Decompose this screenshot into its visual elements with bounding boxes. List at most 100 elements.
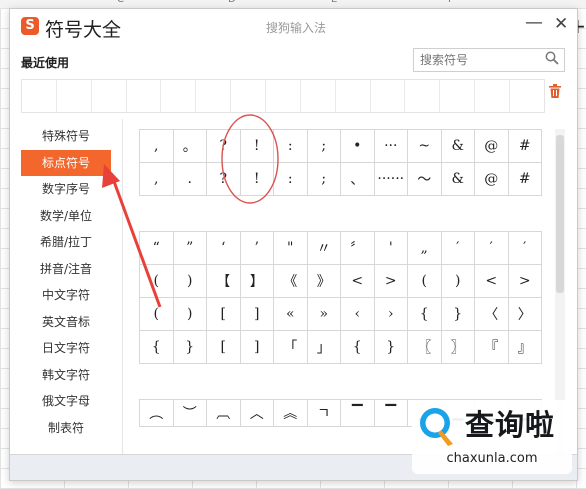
scroll-thumb[interactable] [556,135,564,293]
symbol-cell[interactable]: # [507,162,542,196]
symbol-cell[interactable]: ㄱ [306,399,341,427]
sidebar-item[interactable]: 标点符号 [21,149,111,176]
symbol-cell[interactable]: { [340,330,375,364]
symbol-cell[interactable]: 〞 [340,231,375,265]
symbol-cell[interactable]: > [373,264,408,298]
symbol-cell[interactable]: ] [239,330,274,364]
symbol-cell[interactable]: ! [239,129,274,163]
symbol-cell[interactable]: “ [139,231,174,265]
recent-symbol-slot[interactable] [475,80,511,112]
recent-symbol-slot[interactable] [266,80,301,112]
symbol-cell[interactable]: ′ [507,231,542,265]
sidebar-item[interactable]: 制表符 [21,415,111,442]
sidebar-item[interactable]: 俄文字母 [21,388,111,415]
symbol-cell[interactable]: ' [373,231,408,265]
sidebar-item[interactable]: 中文字符 [21,282,111,309]
symbol-cell[interactable]: ] [239,297,274,331]
search-input[interactable] [414,49,544,71]
symbol-cell[interactable]: } [440,297,475,331]
symbol-cell[interactable]: # [507,129,542,163]
sidebar-item[interactable]: 特殊符号 [21,123,111,150]
symbol-cell[interactable]: 〈 [474,297,509,331]
symbol-cell[interactable]: ? [206,129,241,163]
symbol-cell[interactable]: @ [474,162,509,196]
symbol-cell[interactable]: ) [440,264,475,298]
symbol-cell[interactable]: 【 [206,264,241,298]
symbol-cell[interactable]: 」 [306,330,341,364]
symbol-cell[interactable]: » [306,297,341,331]
symbol-cell[interactable]: [ [206,330,241,364]
recent-symbol-slot[interactable] [57,80,92,112]
trash-icon[interactable] [549,84,561,102]
sidebar-item[interactable]: 拼音/注音 [21,256,111,283]
recent-symbol-slot[interactable] [231,80,267,112]
symbol-cell[interactable]: 『 [474,330,509,364]
symbol-cell[interactable]: : [273,162,308,196]
symbol-cell[interactable]: } [373,330,408,364]
sidebar-item[interactable]: 数学/单位 [21,203,111,230]
symbol-cell[interactable]: ‘ [206,231,241,265]
symbol-cell[interactable]: } [172,330,207,364]
symbol-cell[interactable]: . [172,162,207,196]
symbol-cell[interactable]: ······ [373,162,408,196]
sidebar-item[interactable]: 韩文字符 [21,362,111,389]
symbol-cell[interactable]: ( [407,264,442,298]
symbol-cell[interactable]: , [139,129,174,163]
symbol-cell[interactable]: { [139,330,174,364]
symbol-cell[interactable]: ▔ [340,399,375,427]
symbol-cell[interactable]: « [273,297,308,331]
symbol-cell[interactable]: ′ [440,231,475,265]
recent-symbol-slot[interactable] [92,80,127,112]
recent-symbol-slot[interactable] [161,80,197,112]
symbol-cell[interactable]: : [273,129,308,163]
symbol-cell[interactable]: › [373,297,408,331]
sidebar-item[interactable]: 希腊/拉丁 [21,229,111,256]
symbol-cell[interactable]: ) [172,264,207,298]
symbol-cell[interactable]: ▔ [373,399,408,427]
symbol-cell[interactable]: ′ [474,231,509,265]
symbol-cell[interactable]: & [440,162,475,196]
sidebar-item[interactable]: 日文字符 [21,335,111,362]
symbol-cell[interactable]: " [273,231,308,265]
recent-symbol-slot[interactable] [440,80,476,112]
symbol-cell[interactable]: ( [139,297,174,331]
symbol-cell[interactable]: 。 [172,129,207,163]
close-button[interactable]: ✕ [554,14,568,34]
symbol-cell[interactable]: ︽ [273,399,308,427]
symbol-cell[interactable]: 《 [273,264,308,298]
symbol-cell[interactable]: ! [239,162,274,196]
recent-symbol-slot[interactable] [336,80,371,112]
sidebar-item[interactable]: 数字序号 [21,176,111,203]
symbol-cell[interactable]: 〃 [306,231,341,265]
symbol-cell[interactable]: ··· [373,129,408,163]
symbol-cell[interactable]: 〜 [407,162,442,196]
recent-symbol-slot[interactable] [196,80,232,112]
symbol-cell[interactable]: ; [306,162,341,196]
symbol-cell[interactable]: ~ [407,129,442,163]
recent-symbol-slot[interactable] [22,80,57,112]
recent-symbol-slot[interactable] [301,80,336,112]
sidebar-item[interactable]: 英文音标 [21,309,111,336]
symbol-cell[interactable]: 〗 [440,330,475,364]
symbol-cell[interactable]: { [407,297,442,331]
search-icon[interactable] [545,51,559,69]
symbol-cell[interactable]: ︹ [206,399,241,427]
symbol-cell[interactable]: > [507,264,542,298]
symbol-cell[interactable]: 》 [306,264,341,298]
symbol-cell[interactable]: ︿ [239,399,274,427]
minimize-button[interactable]: — [525,12,543,33]
recent-symbol-slot[interactable] [510,80,544,112]
symbol-cell[interactable]: < [474,264,509,298]
symbol-cell[interactable]: ( [139,264,174,298]
symbol-cell[interactable]: @ [474,129,509,163]
symbol-cell[interactable]: [ [206,297,241,331]
recent-symbol-slot[interactable] [405,80,441,112]
symbol-cell[interactable]: ? [206,162,241,196]
symbol-cell[interactable]: ; [306,129,341,163]
symbol-cell[interactable]: & [440,129,475,163]
symbol-cell[interactable]: , [139,162,174,196]
recent-symbol-slot[interactable] [371,80,406,112]
symbol-cell[interactable]: ︶ [172,399,207,427]
symbol-cell[interactable]: 「 [273,330,308,364]
symbol-cell[interactable]: „ [407,231,442,265]
